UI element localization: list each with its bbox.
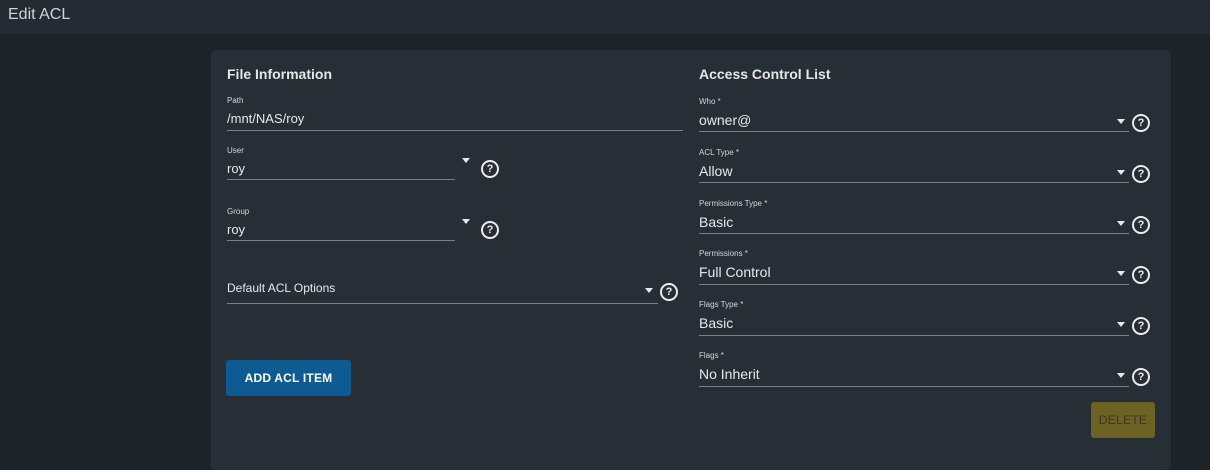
who-label: Who * bbox=[699, 97, 721, 106]
permissions-label: Permissions * bbox=[699, 249, 748, 258]
permissions-type-help-icon[interactable]: ? bbox=[1132, 216, 1150, 234]
acl-editor-card: File Information Path /mnt/NAS/roy User … bbox=[211, 50, 1171, 470]
acl-type-select[interactable]: ACL Type * Allow bbox=[699, 148, 1129, 184]
path-value: /mnt/NAS/roy bbox=[227, 111, 305, 126]
flags-help-icon[interactable]: ? bbox=[1132, 368, 1150, 386]
user-label: User bbox=[227, 146, 244, 155]
flags-type-underline bbox=[699, 335, 1129, 336]
group-label: Group bbox=[227, 207, 250, 216]
group-underline bbox=[227, 240, 455, 241]
who-value: owner@ bbox=[699, 112, 752, 128]
who-underline bbox=[699, 131, 1129, 132]
default-acl-options-placeholder: Default ACL Options bbox=[227, 281, 336, 295]
flags-type-label: Flags Type * bbox=[699, 300, 744, 309]
delete-button[interactable]: DELETE bbox=[1091, 402, 1155, 438]
flags-type-select[interactable]: Flags Type * Basic bbox=[699, 300, 1129, 336]
acl-type-underline bbox=[699, 182, 1129, 183]
flags-type-caret-down-icon[interactable] bbox=[1117, 322, 1125, 327]
who-caret-down-icon[interactable] bbox=[1117, 119, 1125, 124]
permissions-select[interactable]: Permissions * Full Control bbox=[699, 249, 1129, 285]
flags-type-help-icon[interactable]: ? bbox=[1132, 317, 1150, 335]
page-title: Edit ACL bbox=[8, 6, 71, 23]
group-caret-down-icon[interactable] bbox=[462, 219, 470, 224]
group-value: roy bbox=[227, 222, 246, 237]
group-select[interactable]: Group roy bbox=[227, 207, 455, 243]
permissions-type-value: Basic bbox=[699, 214, 734, 230]
flags-label: Flags * bbox=[699, 351, 724, 360]
permissions-value: Full Control bbox=[699, 264, 771, 280]
add-acl-item-button[interactable]: ADD ACL ITEM bbox=[226, 360, 351, 396]
default-acl-options-help-icon[interactable]: ? bbox=[660, 283, 678, 301]
acl-type-value: Allow bbox=[699, 163, 733, 179]
permissions-type-caret-down-icon[interactable] bbox=[1117, 221, 1125, 226]
path-label: Path bbox=[227, 96, 244, 105]
flags-value: No Inherit bbox=[699, 366, 760, 382]
default-acl-options-caret-down-icon[interactable] bbox=[645, 288, 653, 293]
acl-type-label: ACL Type * bbox=[699, 148, 740, 157]
permissions-type-underline bbox=[699, 233, 1129, 234]
user-value: roy bbox=[227, 161, 246, 176]
permissions-underline bbox=[699, 284, 1129, 285]
permissions-type-label: Permissions Type * bbox=[699, 199, 768, 208]
acl-type-caret-down-icon[interactable] bbox=[1117, 170, 1125, 175]
group-help-icon[interactable]: ? bbox=[481, 221, 499, 239]
permissions-type-select[interactable]: Permissions Type * Basic bbox=[699, 199, 1129, 235]
user-select[interactable]: User roy bbox=[227, 146, 455, 182]
file-information-title: File Information bbox=[227, 66, 332, 82]
default-acl-options-select[interactable]: Default ACL Options bbox=[227, 280, 658, 304]
user-underline bbox=[227, 179, 455, 180]
permissions-help-icon[interactable]: ? bbox=[1132, 266, 1150, 284]
who-select[interactable]: Who * owner@ bbox=[699, 97, 1129, 133]
flags-caret-down-icon[interactable] bbox=[1117, 373, 1125, 378]
access-control-list-title: Access Control List bbox=[699, 66, 831, 82]
user-help-icon[interactable]: ? bbox=[481, 160, 499, 178]
flags-underline bbox=[699, 386, 1129, 387]
acl-type-help-icon[interactable]: ? bbox=[1132, 165, 1150, 183]
permissions-caret-down-icon[interactable] bbox=[1117, 271, 1125, 276]
who-help-icon[interactable]: ? bbox=[1132, 114, 1150, 132]
default-acl-options-underline bbox=[227, 303, 658, 304]
path-field[interactable]: Path /mnt/NAS/roy bbox=[227, 96, 683, 132]
flags-select[interactable]: Flags * No Inherit bbox=[699, 351, 1129, 387]
user-caret-down-icon[interactable] bbox=[462, 158, 470, 163]
path-underline bbox=[227, 130, 683, 131]
title-bar: Edit ACL bbox=[0, 0, 1210, 34]
flags-type-value: Basic bbox=[699, 315, 734, 331]
